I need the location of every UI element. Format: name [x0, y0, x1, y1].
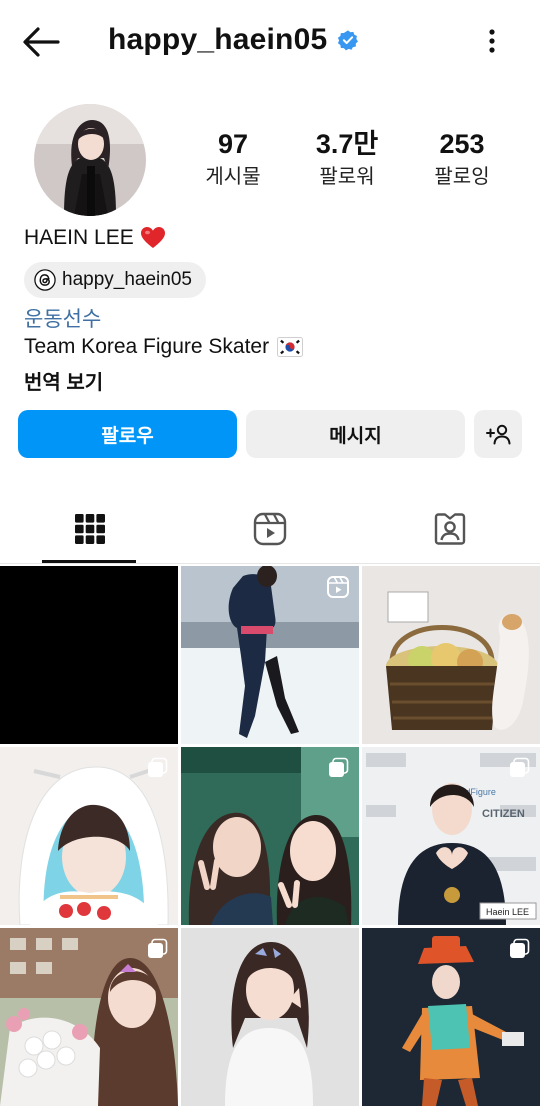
stat-posts[interactable]: 97 게시물 [178, 128, 288, 190]
followers-label: 팔로워 [319, 166, 375, 188]
back-arrow-icon[interactable] [20, 22, 62, 62]
tab-posts[interactable] [0, 496, 180, 562]
post-thumbnail[interactable] [181, 747, 359, 925]
followers-count: 3.7만 [315, 129, 379, 159]
threads-handle: happy_haein05 [62, 269, 192, 290]
post-thumbnail[interactable] [0, 747, 178, 925]
bio-text: Team Korea Figure Skater [24, 335, 270, 358]
post-image [181, 928, 359, 1106]
post-thumbnail[interactable] [181, 928, 359, 1106]
post-thumbnail[interactable] [181, 566, 359, 744]
top-bar: happy_haein05 [0, 0, 540, 82]
post-thumbnail[interactable] [362, 928, 540, 1106]
post-thumbnail[interactable] [0, 566, 178, 744]
display-name: HAEIN LEE [24, 226, 134, 249]
follow-button[interactable]: 팔로우 [18, 410, 237, 458]
following-label: 팔로잉 [434, 166, 490, 188]
carousel-icon [510, 757, 530, 777]
korea-flag-icon [277, 337, 304, 357]
stat-followers[interactable]: 3.7만 팔로워 [292, 128, 402, 190]
post-nameplate-text: Haein LEE [486, 907, 529, 917]
reels-icon [327, 576, 349, 598]
carousel-icon [148, 938, 168, 958]
more-options-icon[interactable] [478, 26, 506, 56]
active-tab-indicator [42, 560, 136, 563]
threads-icon [34, 269, 56, 291]
avatar-photo [34, 104, 146, 216]
profile-category[interactable]: 운동선수 [24, 303, 101, 333]
post-citizen-text: CITIZEN [482, 808, 525, 820]
bio-row: Team Korea Figure Skater [24, 335, 304, 359]
verified-badge-icon [338, 30, 359, 51]
grid-icon [75, 514, 105, 544]
stat-following[interactable]: 253 팔로잉 [407, 128, 517, 190]
tab-reels[interactable] [180, 496, 360, 562]
carousel-icon [148, 757, 168, 777]
posts-count: 97 [217, 129, 249, 159]
post-thumbnail[interactable] [0, 928, 178, 1106]
tab-tagged[interactable] [360, 496, 540, 562]
see-translation-link[interactable]: 번역 보기 [24, 366, 103, 395]
page-title: happy_haein05 [108, 23, 328, 56]
profile-avatar[interactable] [34, 104, 146, 216]
threads-link[interactable]: happy_haein05 [24, 262, 206, 298]
post-image [362, 566, 540, 744]
add-person-icon [486, 424, 511, 445]
message-button[interactable]: 메시지 [246, 410, 465, 458]
reels-icon [253, 512, 287, 546]
post-thumbnail[interactable] [362, 566, 540, 744]
carousel-icon [510, 938, 530, 958]
posts-label: 게시물 [205, 166, 261, 188]
display-name-row: HAEIN LEE [24, 226, 166, 250]
tagged-icon [434, 513, 466, 545]
post-thumbnail[interactable]: CITIZEN #WorldFigure Haein LEE [362, 747, 540, 925]
profile-tabs [0, 496, 540, 564]
username-header: happy_haein05 [108, 20, 359, 60]
suggested-users-button[interactable] [474, 410, 522, 458]
carousel-icon [329, 757, 349, 777]
following-count: 253 [439, 129, 485, 159]
red-heart-icon [140, 227, 165, 248]
